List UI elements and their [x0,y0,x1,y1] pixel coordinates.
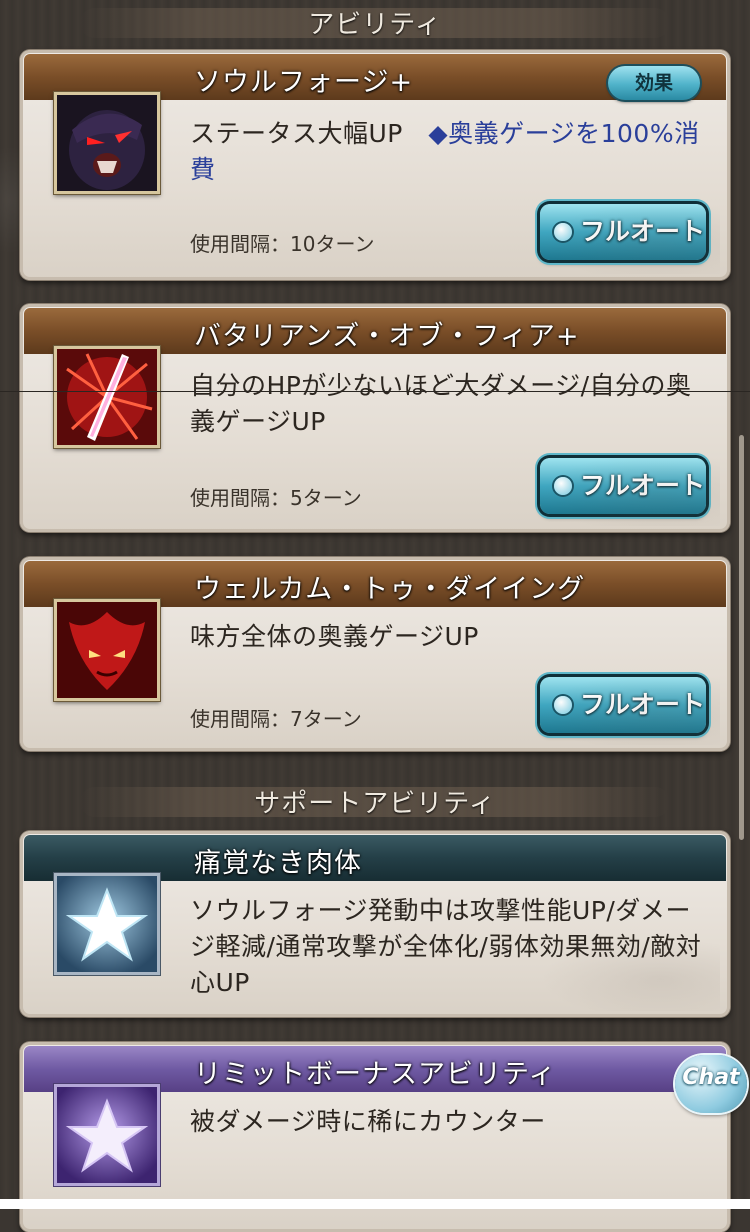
scrollbar[interactable] [739,435,744,840]
chat-label: Chat [682,1065,740,1090]
ability-card-3[interactable]: ウェルカム・トゥ・ダイイング 味方全体の奥義ゲージUP 使用間隔：7ターン フル… [20,557,730,751]
section-header-support: サポートアビリティ [0,783,750,820]
divider-line [0,391,750,392]
red-slash-icon [54,346,160,448]
section-title: アビリティ [308,10,442,40]
purple-star-icon [54,1084,160,1186]
ability-description: 被ダメージ時に稀にカウンター [190,1107,546,1136]
section-title: サポートアビリティ [254,789,496,819]
ability-name: 痛覚なき肉体 [194,848,362,879]
ability-interval: 使用間隔：10ターン [190,232,375,256]
ability-card-2[interactable]: バタリアンズ・オブ・フィア+ 自分のHPが少ないほど大ダメージ/自分の奥義ゲージ… [20,304,730,532]
ability-name: リミットボーナスアビリティ [194,1059,557,1090]
ability-name: ソウルフォージ+ [194,67,414,98]
ability-description: 自分のHPが少ないほど大ダメージ/自分の奥義ゲージUP [190,371,692,436]
ability-card-1[interactable]: ソウルフォージ+ 効果 ステータス大幅UP ◆奥義ゲージを100%消費 使用間隔… [20,50,730,280]
support-ability-card-1[interactable]: 痛覚なき肉体 ソウルフォージ発動中は攻撃性能UP/ダメージ軽減/通常攻撃が全体化… [20,831,730,1017]
ability-interval: 使用間隔：7ターン [190,707,362,731]
blue-star-icon [54,873,160,975]
ability-interval: 使用間隔：5ターン [190,486,362,510]
ability-description: ステータス大幅UP ◆奥義ゲージを100%消費 [190,119,700,184]
chat-button[interactable]: Chat [675,1055,747,1119]
ability-name: ウェルカム・トゥ・ダイイング [194,574,586,605]
ability-description: 味方全体の奥義ゲージUP [190,622,479,651]
dark-warrior-portrait-icon [54,92,160,194]
bottom-bar [0,1199,750,1209]
red-demon-face-icon [54,599,160,701]
ability-name: バタリアンズ・オブ・フィア+ [194,321,580,352]
section-header-abilities: アビリティ [0,4,750,41]
effect-button[interactable]: 効果 [608,66,700,100]
